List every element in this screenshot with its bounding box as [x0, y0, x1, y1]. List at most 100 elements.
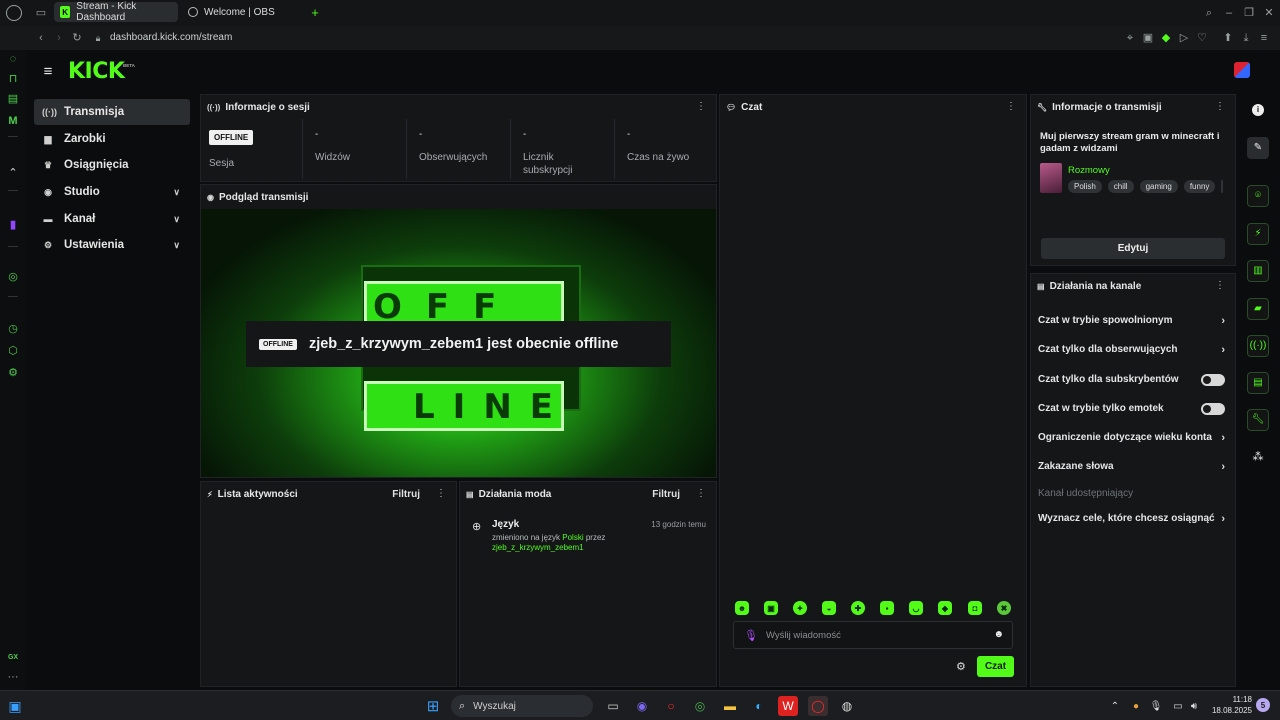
task-view-icon[interactable]: ▭ — [603, 696, 623, 716]
twitch-icon[interactable]: ▮ — [4, 216, 22, 234]
windows-start-icon[interactable]: ⊞ — [423, 696, 443, 716]
emote-icon[interactable]: ◆ — [938, 601, 952, 615]
action-account-age[interactable]: Ograniczenie dotyczące wieku konta › — [1031, 423, 1235, 452]
quick-action-camera-icon[interactable]: ⌾ — [1247, 185, 1269, 207]
chat-settings-icon[interactable]: ⚙ — [956, 660, 966, 673]
chat-send-button[interactable]: Czat — [977, 656, 1014, 677]
emote-icon[interactable]: ▪ — [880, 601, 894, 615]
emote-icon[interactable]: ✦ — [793, 601, 807, 615]
widgets-icon[interactable]: ▣ — [5, 696, 25, 716]
wallet-icon[interactable]: ⬆ — [1222, 31, 1234, 45]
tag[interactable]: Polish — [1068, 180, 1102, 193]
notification-badge[interactable]: 5 — [1256, 698, 1270, 712]
reload-icon[interactable]: ↻ — [70, 31, 84, 45]
nav-item-studio[interactable]: ◉ Studio ∨ — [34, 179, 190, 205]
action-set-goals[interactable]: Wyznacz cele, które chcesz osiągnąć › — [1031, 504, 1235, 533]
emote-only-toggle[interactable] — [1201, 402, 1225, 415]
more-icon[interactable]: ··· — [4, 668, 22, 686]
aria-icon[interactable]: ◌ — [4, 50, 22, 68]
volume-icon[interactable]: 🔊︎ — [1184, 696, 1204, 716]
taskbar-search[interactable]: ⌕ Wyszukaj — [451, 695, 593, 717]
emote-icon[interactable]: ☻ — [735, 601, 749, 615]
extensions-icon[interactable]: ⬡ — [4, 342, 22, 360]
edit-button[interactable]: Edytuj — [1041, 238, 1225, 259]
nav-item-zarobki[interactable]: ▆ Zarobki — [34, 126, 190, 152]
quick-action-list-icon[interactable]: ▥ — [1247, 260, 1269, 282]
kebab-menu-icon[interactable]: ⋮ — [696, 488, 706, 499]
tray-chevron-icon[interactable]: ⌃ — [1105, 696, 1125, 716]
edit-layout-icon[interactable]: ✎ — [1247, 137, 1269, 159]
search-tabs-icon[interactable]: ⌕ — [1202, 6, 1216, 20]
tag[interactable] — [1221, 180, 1224, 193]
chat-input[interactable]: 🎙︎ Wyślij wiadomość ☻ — [733, 621, 1013, 649]
kebab-menu-icon[interactable]: ⋮ — [436, 488, 446, 499]
heart-icon[interactable]: ♡ — [1196, 31, 1208, 45]
menu-icon[interactable]: ≡ — [1258, 31, 1270, 45]
back-icon[interactable]: ‹ — [34, 31, 48, 45]
nav-item-kanal[interactable]: ▬ Kanał ∨ — [34, 206, 190, 232]
quick-action-broadcast-icon[interactable]: ((·)) — [1247, 335, 1269, 357]
arrow-up-icon[interactable]: ⌃ — [4, 164, 22, 182]
new-tab-button[interactable]: + — [308, 5, 322, 19]
kebab-menu-icon[interactable]: ⋮ — [1215, 101, 1225, 112]
pin-icon[interactable]: ⌖ — [1124, 31, 1136, 45]
tray-app-icon[interactable]: ● — [1126, 696, 1146, 716]
opera-gx-icon[interactable]: ◯ — [808, 696, 828, 716]
tab-obs-welcome[interactable]: Welcome | OBS — [182, 2, 302, 22]
kick-logo[interactable]: KICK — [68, 59, 125, 84]
snapshot-icon[interactable]: ▣ — [1142, 31, 1154, 45]
clock[interactable]: 11:18 18.08.2025 — [1208, 694, 1252, 716]
vpn-shield-icon[interactable]: ◆ — [1160, 31, 1172, 45]
avatar[interactable] — [1234, 62, 1250, 78]
minimize-icon[interactable]: – — [1222, 6, 1236, 20]
nav-item-osiagniecia[interactable]: ♛ Osiągnięcia — [34, 152, 190, 178]
forward-icon[interactable]: › — [52, 31, 66, 45]
category-link[interactable]: Rozmowy — [1068, 165, 1110, 176]
chrome-icon[interactable]: ◎ — [690, 696, 710, 716]
player-sb-icon[interactable]: ◎ — [4, 268, 22, 286]
emoji-picker-icon[interactable]: ☻ — [993, 629, 1004, 640]
settings-sb-icon[interactable]: ⚙ — [4, 364, 22, 382]
m-app-icon[interactable]: M — [4, 112, 22, 130]
action-followers-only[interactable]: Czat tylko dla obserwujących › — [1031, 335, 1235, 364]
emote-icon[interactable]: ◘ — [968, 601, 982, 615]
tag[interactable]: gaming — [1139, 180, 1178, 193]
close-window-icon[interactable]: ✕ — [1262, 6, 1276, 20]
action-banned-words[interactable]: Zakazane słowa › — [1031, 452, 1235, 481]
hamburger-icon[interactable]: ≡ — [40, 63, 56, 79]
app-icon[interactable]: W — [778, 696, 798, 716]
kebab-menu-icon[interactable]: ⋮ — [1215, 280, 1225, 291]
quick-action-chat-icon[interactable]: ▰ — [1247, 298, 1269, 320]
emote-icon[interactable]: ◒ — [822, 601, 836, 615]
emote-icon[interactable]: ◡ — [909, 601, 923, 615]
player-icon[interactable]: ▷ — [1178, 31, 1190, 45]
filter-button[interactable]: Filtruj — [392, 489, 420, 500]
action-slow-mode[interactable]: Czat w trybie spowolnionym › — [1031, 306, 1235, 335]
maximize-icon[interactable]: ❐ — [1242, 6, 1256, 20]
discord-icon[interactable]: ◉ — [632, 696, 652, 716]
nav-item-transmisja[interactable]: ((·)) Transmisja — [34, 99, 190, 125]
subscribers-only-toggle[interactable] — [1201, 373, 1225, 386]
bag-icon[interactable]: ⊓ — [4, 70, 22, 88]
tag[interactable]: chill — [1107, 180, 1134, 193]
file-explorer-icon[interactable]: ▬ — [720, 696, 740, 716]
kebab-menu-icon[interactable]: ⋮ — [1006, 101, 1016, 112]
nav-item-ustawienia[interactable]: ⚙ Ustawienia ∨ — [34, 232, 190, 258]
info-icon[interactable]: i — [1252, 104, 1264, 116]
microphone-icon[interactable]: 🎙︎ — [744, 629, 758, 642]
url-text[interactable]: dashboard.kick.com/stream — [110, 32, 232, 43]
kebab-menu-icon[interactable]: ⋮ — [696, 101, 706, 112]
history-icon[interactable]: ◷ — [4, 320, 22, 338]
opera-icon[interactable]: ○ — [661, 696, 681, 716]
tab-kick-dashboard[interactable]: K Stream - Kick Dashboard — [54, 1, 178, 23]
quick-action-lightning-icon[interactable]: ⚡︎ — [1247, 223, 1269, 245]
emote-icon[interactable]: ✚ — [851, 601, 865, 615]
wallet-sb-icon[interactable]: ▤ — [4, 90, 22, 108]
obs-icon[interactable]: ◍ — [837, 696, 857, 716]
workspaces-icon[interactable]: ▭ — [34, 6, 48, 20]
emote-icon[interactable]: ✖ — [997, 601, 1011, 615]
tag[interactable]: funny — [1183, 180, 1216, 193]
quick-action-mod-icon[interactable]: ▤ — [1247, 372, 1269, 394]
edge-icon[interactable]: ◐ — [749, 696, 769, 716]
filter-button[interactable]: Filtruj — [652, 489, 680, 500]
